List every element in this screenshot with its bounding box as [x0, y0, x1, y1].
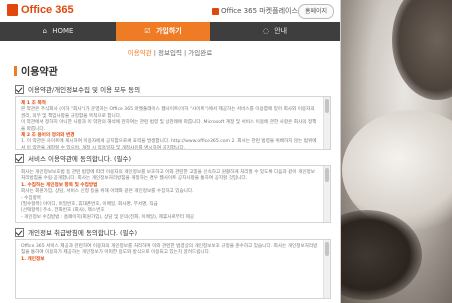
privacy-label: 개인정보 취급방침에 동의합니다. (필수): [28, 229, 138, 237]
privacy-textbox[interactable]: Office 365 서비스 제공과 관련하여 이용자의 개인정보를 처리하며 …: [15, 239, 331, 299]
chat-icon: ◌: [262, 27, 269, 35]
nav-home-label: HOME: [52, 27, 74, 35]
nav-guide[interactable]: ◌ 안내: [210, 22, 340, 41]
home-icon: ⌂: [42, 27, 47, 35]
homepage-button[interactable]: 홈페이지: [298, 4, 334, 19]
service-terms-row[interactable]: 서비스 이용약관에 동의합니다. (필수): [15, 153, 131, 163]
privacy-line: Office 365 서비스 제공과 관련하여 이용자의 개인정보를 처리하며 …: [21, 244, 318, 256]
service-terms-textbox[interactable]: 회사는 개인정보보호법 등 관련 법령에 따라 이용자의 개인정보를 보호하고 …: [15, 165, 331, 223]
nav-guide-label: 안내: [274, 27, 288, 35]
screenshot-frame: Office 365 Office 365 마켓플레이스 홈페이지 ⌂ HOME…: [0, 0, 452, 303]
office-mini-icon: [212, 7, 219, 15]
title-accent-bar: [14, 65, 17, 76]
terms-scrollbar[interactable]: [323, 97, 330, 149]
service-terms-content: 회사는 개인정보보호법 등 관련 법령에 따라 이용자의 개인정보를 보호하고 …: [21, 170, 320, 221]
nav-signup[interactable]: ☑ 가입하기: [116, 22, 210, 41]
background-photo: [332, 0, 452, 303]
nav-home[interactable]: ⌂ HOME: [0, 22, 116, 41]
scroll-thumb[interactable]: [325, 99, 329, 113]
privacy-checkbox[interactable]: [15, 227, 24, 237]
terms-content: 제 1 조 목적 본 약관은 주식회사 (이하 "회사")가 운영하는 Offi…: [21, 101, 320, 150]
agree-all-label: 이용약관/개인정보수집 및 이용 모두 동의: [28, 86, 141, 94]
agree-all-row[interactable]: 이용약관/개인정보수집 및 이용 모두 동의: [15, 84, 140, 94]
privacy-row[interactable]: 개인정보 취급방침에 동의합니다. (필수): [15, 227, 137, 237]
step-terms[interactable]: 이용약관: [128, 49, 152, 57]
terms-textbox[interactable]: 제 1 조 목적 본 약관은 주식회사 (이하 "회사")가 운영하는 Offi…: [15, 96, 331, 150]
terms-line: 본 약관은 주식회사 (이하 "회사")가 운영하는 Office 365 마켓…: [21, 107, 315, 119]
terms-line: 1. 이 약관은 사이트에 게시하여 이용자에게 공지함으로써 효력을 발생합니…: [21, 139, 317, 150]
agree-all-checkbox[interactable]: [15, 84, 24, 94]
top-bar: Office 365 Office 365 마켓플레이스 홈페이지: [0, 0, 340, 23]
service-scrollbar[interactable]: [323, 166, 330, 222]
photo-shape-top: [392, 0, 452, 100]
service-terms-label: 서비스 이용약관에 동의합니다. (필수): [28, 155, 132, 163]
marketplace-link[interactable]: Office 365 마켓플레이스: [212, 6, 298, 16]
nav-signup-label: 가입하기: [155, 27, 182, 35]
page-title-text: 이용약관: [21, 67, 58, 78]
marketplace-link-label: Office 365 마켓플레이스: [221, 7, 298, 15]
main-nav: ⌂ HOME ☑ 가입하기 ◌ 안내: [0, 22, 340, 41]
step-done[interactable]: 가입완료: [188, 49, 212, 57]
terms-line: 이 약관에서 정하지 아니한 사항과 이 약관의 해석에 관하여는 관련 법령 …: [21, 120, 317, 132]
logo-text: Office 365: [21, 4, 74, 16]
service-line: 회사는 개인정보보호법 등 관련 법령에 따라 이용자의 개인정보를 보호하고 …: [21, 170, 316, 182]
office365-logo[interactable]: Office 365: [7, 4, 74, 16]
scroll-thumb[interactable]: [325, 242, 329, 256]
service-terms-checkbox[interactable]: [15, 153, 24, 163]
page-title: 이용약관: [14, 63, 58, 78]
service-line: - 개인정보 수집방법 : 홈페이지(회원가입), 상담 및 문의(전화, 이메…: [21, 214, 195, 220]
privacy-content: Office 365 서비스 제공과 관련하여 이용자의 개인정보를 처리하며 …: [21, 244, 320, 263]
web-page: Office 365 Office 365 마켓플레이스 홈페이지 ⌂ HOME…: [0, 0, 341, 303]
scroll-thumb[interactable]: [325, 168, 329, 182]
step-info[interactable]: 정보입력: [158, 49, 182, 57]
privacy-scrollbar[interactable]: [323, 240, 330, 298]
privacy-line: 1. 개인정보: [21, 256, 45, 262]
signup-steps: 이용약관 | 정보입력 | 가입완료: [0, 47, 340, 57]
office-logo-icon: [7, 4, 18, 16]
checklist-icon: ☑: [144, 27, 151, 35]
